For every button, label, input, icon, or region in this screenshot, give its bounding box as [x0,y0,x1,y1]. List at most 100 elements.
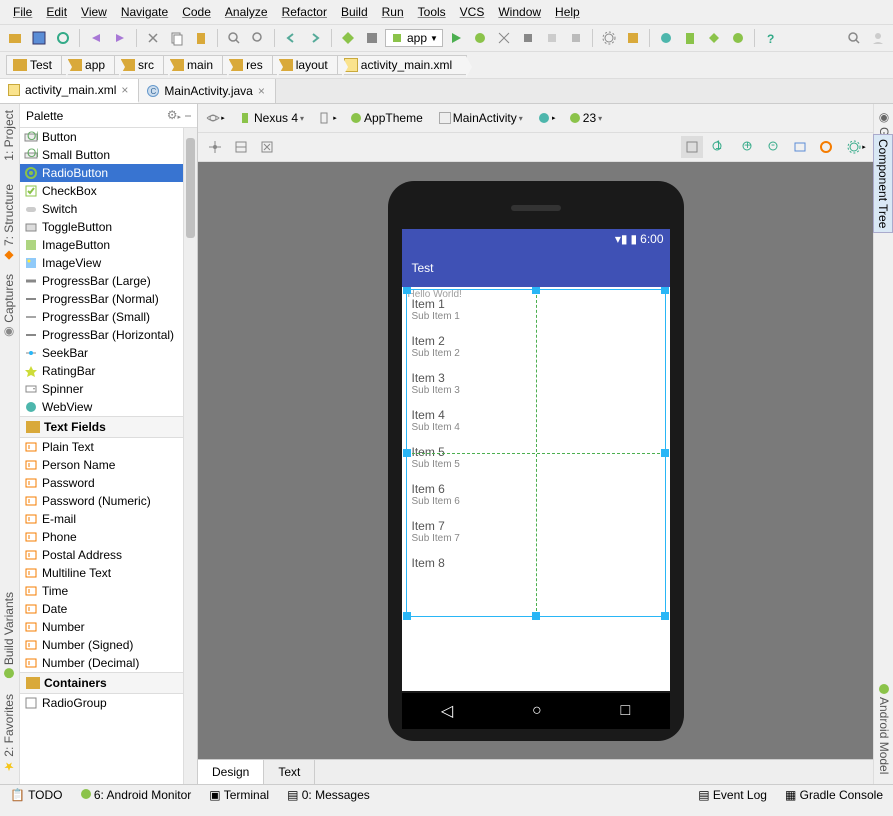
zoom-out-icon[interactable]: - [763,136,785,158]
sync-icon[interactable] [52,27,74,49]
copy-icon[interactable] [166,27,188,49]
palette-item[interactable]: Time [20,582,197,600]
messages-button[interactable]: ▤ 0: Messages [287,788,370,802]
android-icon[interactable] [727,27,749,49]
palette-item[interactable]: Switch [20,200,197,218]
eye-icon[interactable]: ▸ [204,107,226,129]
palette-item[interactable]: ProgressBar (Horizontal) [20,326,197,344]
palette-item[interactable]: ProgressBar (Normal) [20,290,197,308]
api-combo[interactable]: 23▾ [565,109,606,127]
blueprint-icon[interactable] [230,136,252,158]
palette-item[interactable]: OKButton [20,128,197,146]
apply-icon[interactable] [493,27,515,49]
gutter-component-tree[interactable]: Component Tree [873,134,893,233]
palette-item[interactable]: RatingBar [20,362,197,380]
gutter-build-variants[interactable]: Build Variants [2,592,16,678]
minimize-icon[interactable]: ⎯ [185,108,191,123]
gutter-project[interactable]: 1: Project [2,110,16,161]
palette-item[interactable]: RadioButton [20,164,197,182]
run-config-combo[interactable]: app ▼ [385,29,443,47]
crumb-file[interactable]: activity_main.xml [337,55,467,75]
replace-icon[interactable] [247,27,269,49]
snapshot-icon[interactable] [789,136,811,158]
palette-item[interactable]: Phone [20,528,197,546]
palette-item[interactable]: ProgressBar (Small) [20,308,197,326]
settings-icon[interactable] [598,27,620,49]
pan-icon[interactable] [204,136,226,158]
gutter-android-model[interactable]: Android Model [877,684,891,774]
theme-combo[interactable]: AppTheme [346,109,427,127]
design-canvas[interactable]: ▾▮ ▮ 6:00 Test Hello World! Item 1Sub It… [198,162,873,759]
locale-icon[interactable]: ▸ [535,107,557,129]
menu-vcs[interactable]: VCS [453,2,492,22]
refresh-icon[interactable] [815,136,837,158]
find-icon[interactable] [223,27,245,49]
palette-item[interactable]: Postal Address [20,546,197,564]
palette-item[interactable]: Person Name [20,456,197,474]
palette-item[interactable]: Number (Signed) [20,636,197,654]
save-icon[interactable] [28,27,50,49]
palette-item[interactable]: SeekBar [20,344,197,362]
palette-item[interactable]: Plain Text [20,438,197,456]
make-icon[interactable] [337,27,359,49]
event-log-button[interactable]: ▤ Event Log [698,788,767,802]
zoom-fit-icon[interactable] [681,136,703,158]
palette-item[interactable]: Password [20,474,197,492]
gradle-console-button[interactable]: ▦ Gradle Console [785,788,883,802]
zoom-actual-icon[interactable]: 1 [707,136,729,158]
palette-body[interactable]: OKButtonOKSmall ButtonRadioButtonCheckBo… [20,128,197,784]
config-icon[interactable] [361,27,383,49]
palette-item[interactable]: Number [20,618,197,636]
zoom-in-icon[interactable]: + [737,136,759,158]
user-icon[interactable] [867,27,889,49]
options-icon[interactable]: ▸ [845,136,867,158]
terminal-button[interactable]: ▣ Terminal [209,788,269,802]
menu-build[interactable]: Build [334,2,375,22]
crumb-test[interactable]: Test [6,55,67,75]
expand-icon[interactable] [256,136,278,158]
tab-activity-main[interactable]: activity_main.xml × [0,79,139,103]
debug-icon[interactable] [469,27,491,49]
menu-window[interactable]: Window [491,2,548,22]
palette-item[interactable]: OKSmall Button [20,146,197,164]
menu-file[interactable]: File [6,2,39,22]
menu-code[interactable]: Code [175,2,218,22]
run-icon[interactable] [445,27,467,49]
menu-view[interactable]: View [74,2,114,22]
selection-overlay[interactable] [406,289,666,617]
palette-item[interactable]: ImageButton [20,236,197,254]
android-monitor-button[interactable]: 6: Android Monitor [81,788,192,802]
tab-mainactivity[interactable]: C MainActivity.java × [139,79,276,103]
forward-icon[interactable] [304,27,326,49]
tab-text[interactable]: Text [264,760,315,784]
palette-item[interactable]: ImageView [20,254,197,272]
todo-button[interactable]: 📋 TODO [10,788,63,802]
palette-item[interactable]: E-mail [20,510,197,528]
menu-run[interactable]: Run [375,2,411,22]
stop2-icon[interactable] [565,27,587,49]
palette-item[interactable]: CheckBox [20,182,197,200]
sdk-icon[interactable] [703,27,725,49]
close-icon[interactable]: × [258,84,265,98]
menu-help[interactable]: Help [548,2,587,22]
close-icon[interactable]: × [121,83,128,97]
tab-design[interactable]: Design [198,760,264,784]
palette-category[interactable]: Text Fields [20,416,197,438]
undo-icon[interactable] [85,27,107,49]
palette-category[interactable]: Containers [20,672,197,694]
attach-icon[interactable] [517,27,539,49]
palette-item[interactable]: Multiline Text [20,564,197,582]
scrollbar-thumb[interactable] [186,138,195,238]
gutter-favorites[interactable]: ★2: Favorites [2,694,16,774]
stop-icon[interactable] [541,27,563,49]
palette-item[interactable]: Password (Numeric) [20,492,197,510]
back-icon[interactable] [280,27,302,49]
structure-icon[interactable] [622,27,644,49]
palette-item[interactable]: WebView [20,398,197,416]
open-icon[interactable] [4,27,26,49]
palette-item[interactable]: ProgressBar (Large) [20,272,197,290]
palette-item[interactable]: RadioGroup [20,694,197,712]
menu-tools[interactable]: Tools [411,2,453,22]
menu-refactor[interactable]: Refactor [275,2,334,22]
palette-item[interactable]: Spinner [20,380,197,398]
